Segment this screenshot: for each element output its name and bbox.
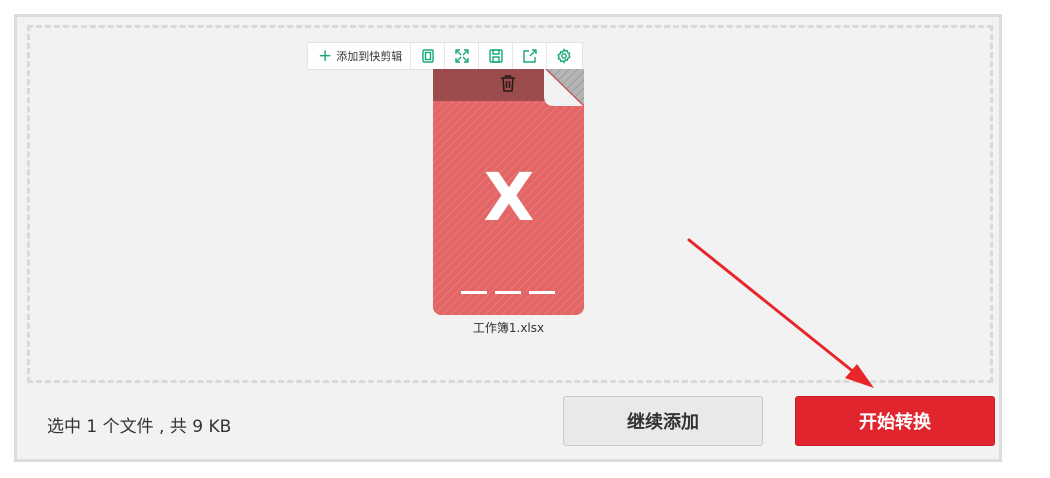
share-button[interactable] <box>513 43 548 69</box>
settings-icon <box>557 48 571 64</box>
save-icon <box>489 49 503 63</box>
file-type-letter: X <box>484 159 535 236</box>
trash-icon[interactable] <box>497 72 519 94</box>
fullscreen-icon <box>455 49 469 63</box>
plus-icon: + <box>318 45 333 66</box>
save-button[interactable] <box>479 43 514 69</box>
file-name-label: 工作簿1.xlsx <box>472 321 545 335</box>
xlsx-file-icon: X <box>433 69 584 315</box>
share-icon <box>523 49 537 63</box>
copy-icon <box>422 49 434 63</box>
add-to-quick-edit-label: 添加到快剪辑 <box>336 50 403 63</box>
copy-button[interactable] <box>411 43 446 69</box>
settings-button[interactable] <box>547 43 580 69</box>
add-to-quick-edit-button[interactable]: + 添加到快剪辑 <box>308 43 412 69</box>
file-toolbar: + 添加到快剪辑 <box>307 42 583 70</box>
fullscreen-button[interactable] <box>445 43 480 69</box>
selection-status-text: 选中 1 个文件 , 共 9 KB <box>47 417 232 437</box>
continue-add-button[interactable]: 继续添加 <box>563 396 763 446</box>
file-card[interactable]: X <box>433 69 584 315</box>
start-convert-button[interactable]: 开始转换 <box>795 396 995 446</box>
